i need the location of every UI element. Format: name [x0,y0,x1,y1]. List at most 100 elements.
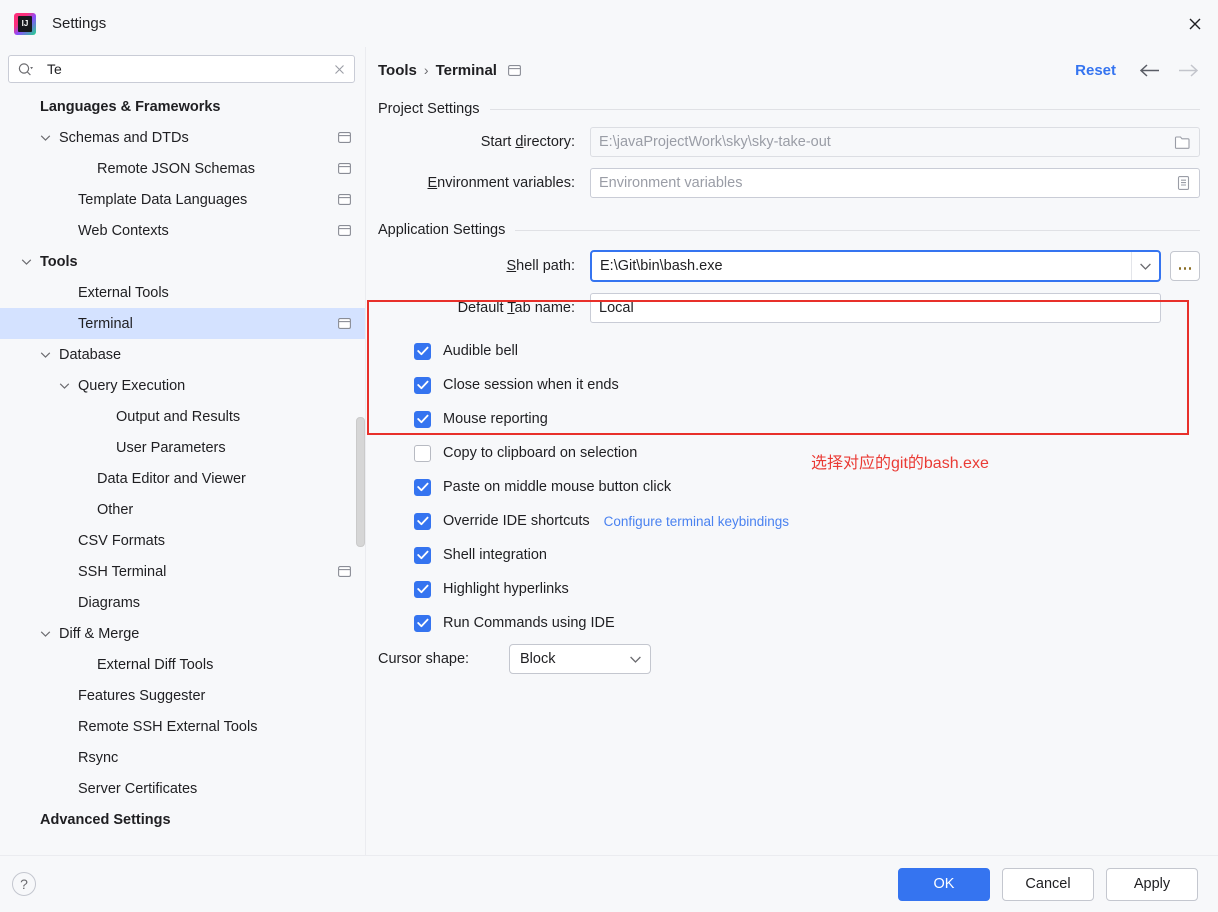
list-document-icon[interactable] [1172,175,1195,191]
checkbox-row: Paste on middle mouse button click [378,470,1200,504]
sidebar-item-label: Features Suggester [78,687,206,704]
chevron-down-icon[interactable] [37,347,53,363]
sidebar-item-remote-json-schemas[interactable]: Remote JSON Schemas [0,153,365,184]
header-actions: Reset [1075,62,1200,79]
sidebar-item-label: Tools [40,253,78,270]
checkbox-close-session-when-it-ends[interactable] [414,376,431,394]
checkbox-audible-bell[interactable] [414,342,431,360]
sidebar-item-web-contexts[interactable]: Web Contexts [0,215,365,246]
sidebar-item-server-certificates[interactable]: Server Certificates [0,773,365,804]
search-input[interactable]: Te [8,55,355,83]
cancel-button[interactable]: Cancel [1002,867,1094,901]
sidebar-item-user-parameters[interactable]: User Parameters [0,432,365,463]
checkbox-mouse-reporting[interactable] [414,410,431,428]
checkbox-copy-to-clipboard-on-selection[interactable] [414,444,431,462]
settings-content: Tools › Terminal Reset Project Settings … [366,47,1218,855]
sidebar-item-query-execution[interactable]: Query Execution [0,370,365,401]
cursor-shape-value: Block [520,651,556,667]
configure-terminal-keybindings-link[interactable]: Configure terminal keybindings [604,514,789,529]
sidebar-item-label: Template Data Languages [78,191,248,208]
checkbox-override-ide-shortcuts[interactable] [414,512,431,530]
sidebar-item-terminal[interactable]: Terminal [0,308,365,339]
sidebar-item-rsync[interactable]: Rsync [0,742,365,773]
sidebar-item-external-diff-tools[interactable]: External Diff Tools [0,649,365,680]
help-icon[interactable]: ? [12,872,36,896]
project-scope-icon [338,194,351,205]
checkbox-highlight-hyperlinks[interactable] [414,580,431,598]
settings-dialog: Settings Te [0,0,1218,912]
clear-icon[interactable] [333,63,346,76]
chevron-down-icon[interactable] [37,130,53,146]
checkbox-run-commands-using-ide[interactable] [414,614,431,632]
sidebar-item-label: CSV Formats [78,532,166,549]
close-icon[interactable] [1172,0,1218,47]
checkbox-paste-on-middle-mouse-button-click[interactable] [414,478,431,496]
sidebar-item-label: Remote JSON Schemas [97,160,255,177]
checkbox-row: Highlight hyperlinks [378,572,1200,606]
reset-button[interactable]: Reset [1075,62,1116,79]
browse-ellipsis-icon[interactable] [1170,251,1200,281]
arrow-right-icon [1177,63,1200,78]
content-header: Tools › Terminal Reset [366,47,1218,93]
cursor-shape-select[interactable]: Block [509,644,651,674]
settings-form: Project Settings Start directory: E:\jav… [366,101,1218,674]
dialog-footer: ? OK Cancel Apply [0,855,1218,912]
start-directory-value: E:\javaProjectWork\sky\sky-take-out [599,134,831,150]
checkbox-label: Close session when it ends [443,377,619,393]
checkbox-label: Override IDE shortcuts [443,513,590,529]
annotation-note: 选择对应的git的bash.exe [811,455,989,472]
sidebar-item-label: SSH Terminal [78,563,167,580]
start-directory-input[interactable]: E:\javaProjectWork\sky\sky-take-out [590,127,1200,157]
sidebar-item-ssh-terminal[interactable]: SSH Terminal [0,556,365,587]
checkbox-row: Close session when it ends [378,368,1200,402]
sidebar-scrollbar-thumb[interactable] [356,417,365,547]
checkbox-row: Mouse reporting [378,402,1200,436]
checkbox-shell-integration[interactable] [414,546,431,564]
checkbox-label: Copy to clipboard on selection [443,445,638,461]
chevron-down-icon[interactable] [56,378,72,394]
application-settings-title: Application Settings [378,222,506,238]
sidebar-item-other[interactable]: Other [0,494,365,525]
settings-tree[interactable]: Languages & Frameworks Schemas and DTDs Re… [0,89,365,855]
sidebar-item-label: Remote SSH External Tools [78,718,258,735]
sidebar-item-advanced-settings[interactable]: Advanced Settings [0,804,365,835]
chevron-down-icon [629,651,642,667]
sidebar-item-csv-formats[interactable]: CSV Formats [0,525,365,556]
folder-icon[interactable] [1170,135,1195,150]
sidebar-item-template-data-languages[interactable]: Template Data Languages [0,184,365,215]
project-settings-group-header: Project Settings [378,101,1200,117]
environment-variables-input[interactable]: Environment variables [590,168,1200,198]
breadcrumb-root[interactable]: Tools [378,62,417,79]
application-settings-group-header: Application Settings [378,222,1200,238]
sidebar-item-tools[interactable]: Tools [0,246,365,277]
sidebar-item-remote-ssh-external-tools[interactable]: Remote SSH External Tools [0,711,365,742]
sidebar-item-data-editor-and-viewer[interactable]: Data Editor and Viewer [0,463,365,494]
sidebar-item-schemas-and-dtds[interactable]: Schemas and DTDs [0,122,365,153]
default-tab-name-input[interactable]: Local [590,293,1161,323]
sidebar-item-label: Diagrams [78,594,141,611]
sidebar-item-label: Other [97,501,134,518]
sidebar-item-diff-merge[interactable]: Diff & Merge [0,618,365,649]
apply-button[interactable]: Apply [1106,867,1198,901]
sidebar-item-label: Rsync [78,749,119,766]
environment-variables-placeholder: Environment variables [599,175,743,191]
sidebar-item-features-suggester[interactable]: Features Suggester [0,680,365,711]
chevron-down-icon[interactable] [37,626,53,642]
sidebar-item-database[interactable]: Database [0,339,365,370]
chevron-down-icon[interactable] [1131,252,1159,280]
project-scope-icon [338,132,351,143]
project-settings-title: Project Settings [378,101,480,117]
arrow-left-icon[interactable] [1138,63,1161,78]
chevron-down-icon[interactable] [18,254,34,270]
sidebar-item-diagrams[interactable]: Diagrams [0,587,365,618]
checkbox-row: Copy to clipboard on selection [378,436,1200,470]
sidebar-item-external-tools[interactable]: External Tools [0,277,365,308]
sidebar-item-languages-frameworks[interactable]: Languages & Frameworks [0,91,365,122]
ok-button[interactable]: OK [898,867,990,901]
checkbox-label: Audible bell [443,343,518,359]
shell-path-label: Shell path: [506,258,575,274]
title-bar: Settings [0,0,1218,47]
shell-path-combobox[interactable]: E:\Git\bin\bash.exe [590,250,1161,282]
sidebar-item-output-and-results[interactable]: Output and Results [0,401,365,432]
checkbox-label: Highlight hyperlinks [443,581,569,597]
